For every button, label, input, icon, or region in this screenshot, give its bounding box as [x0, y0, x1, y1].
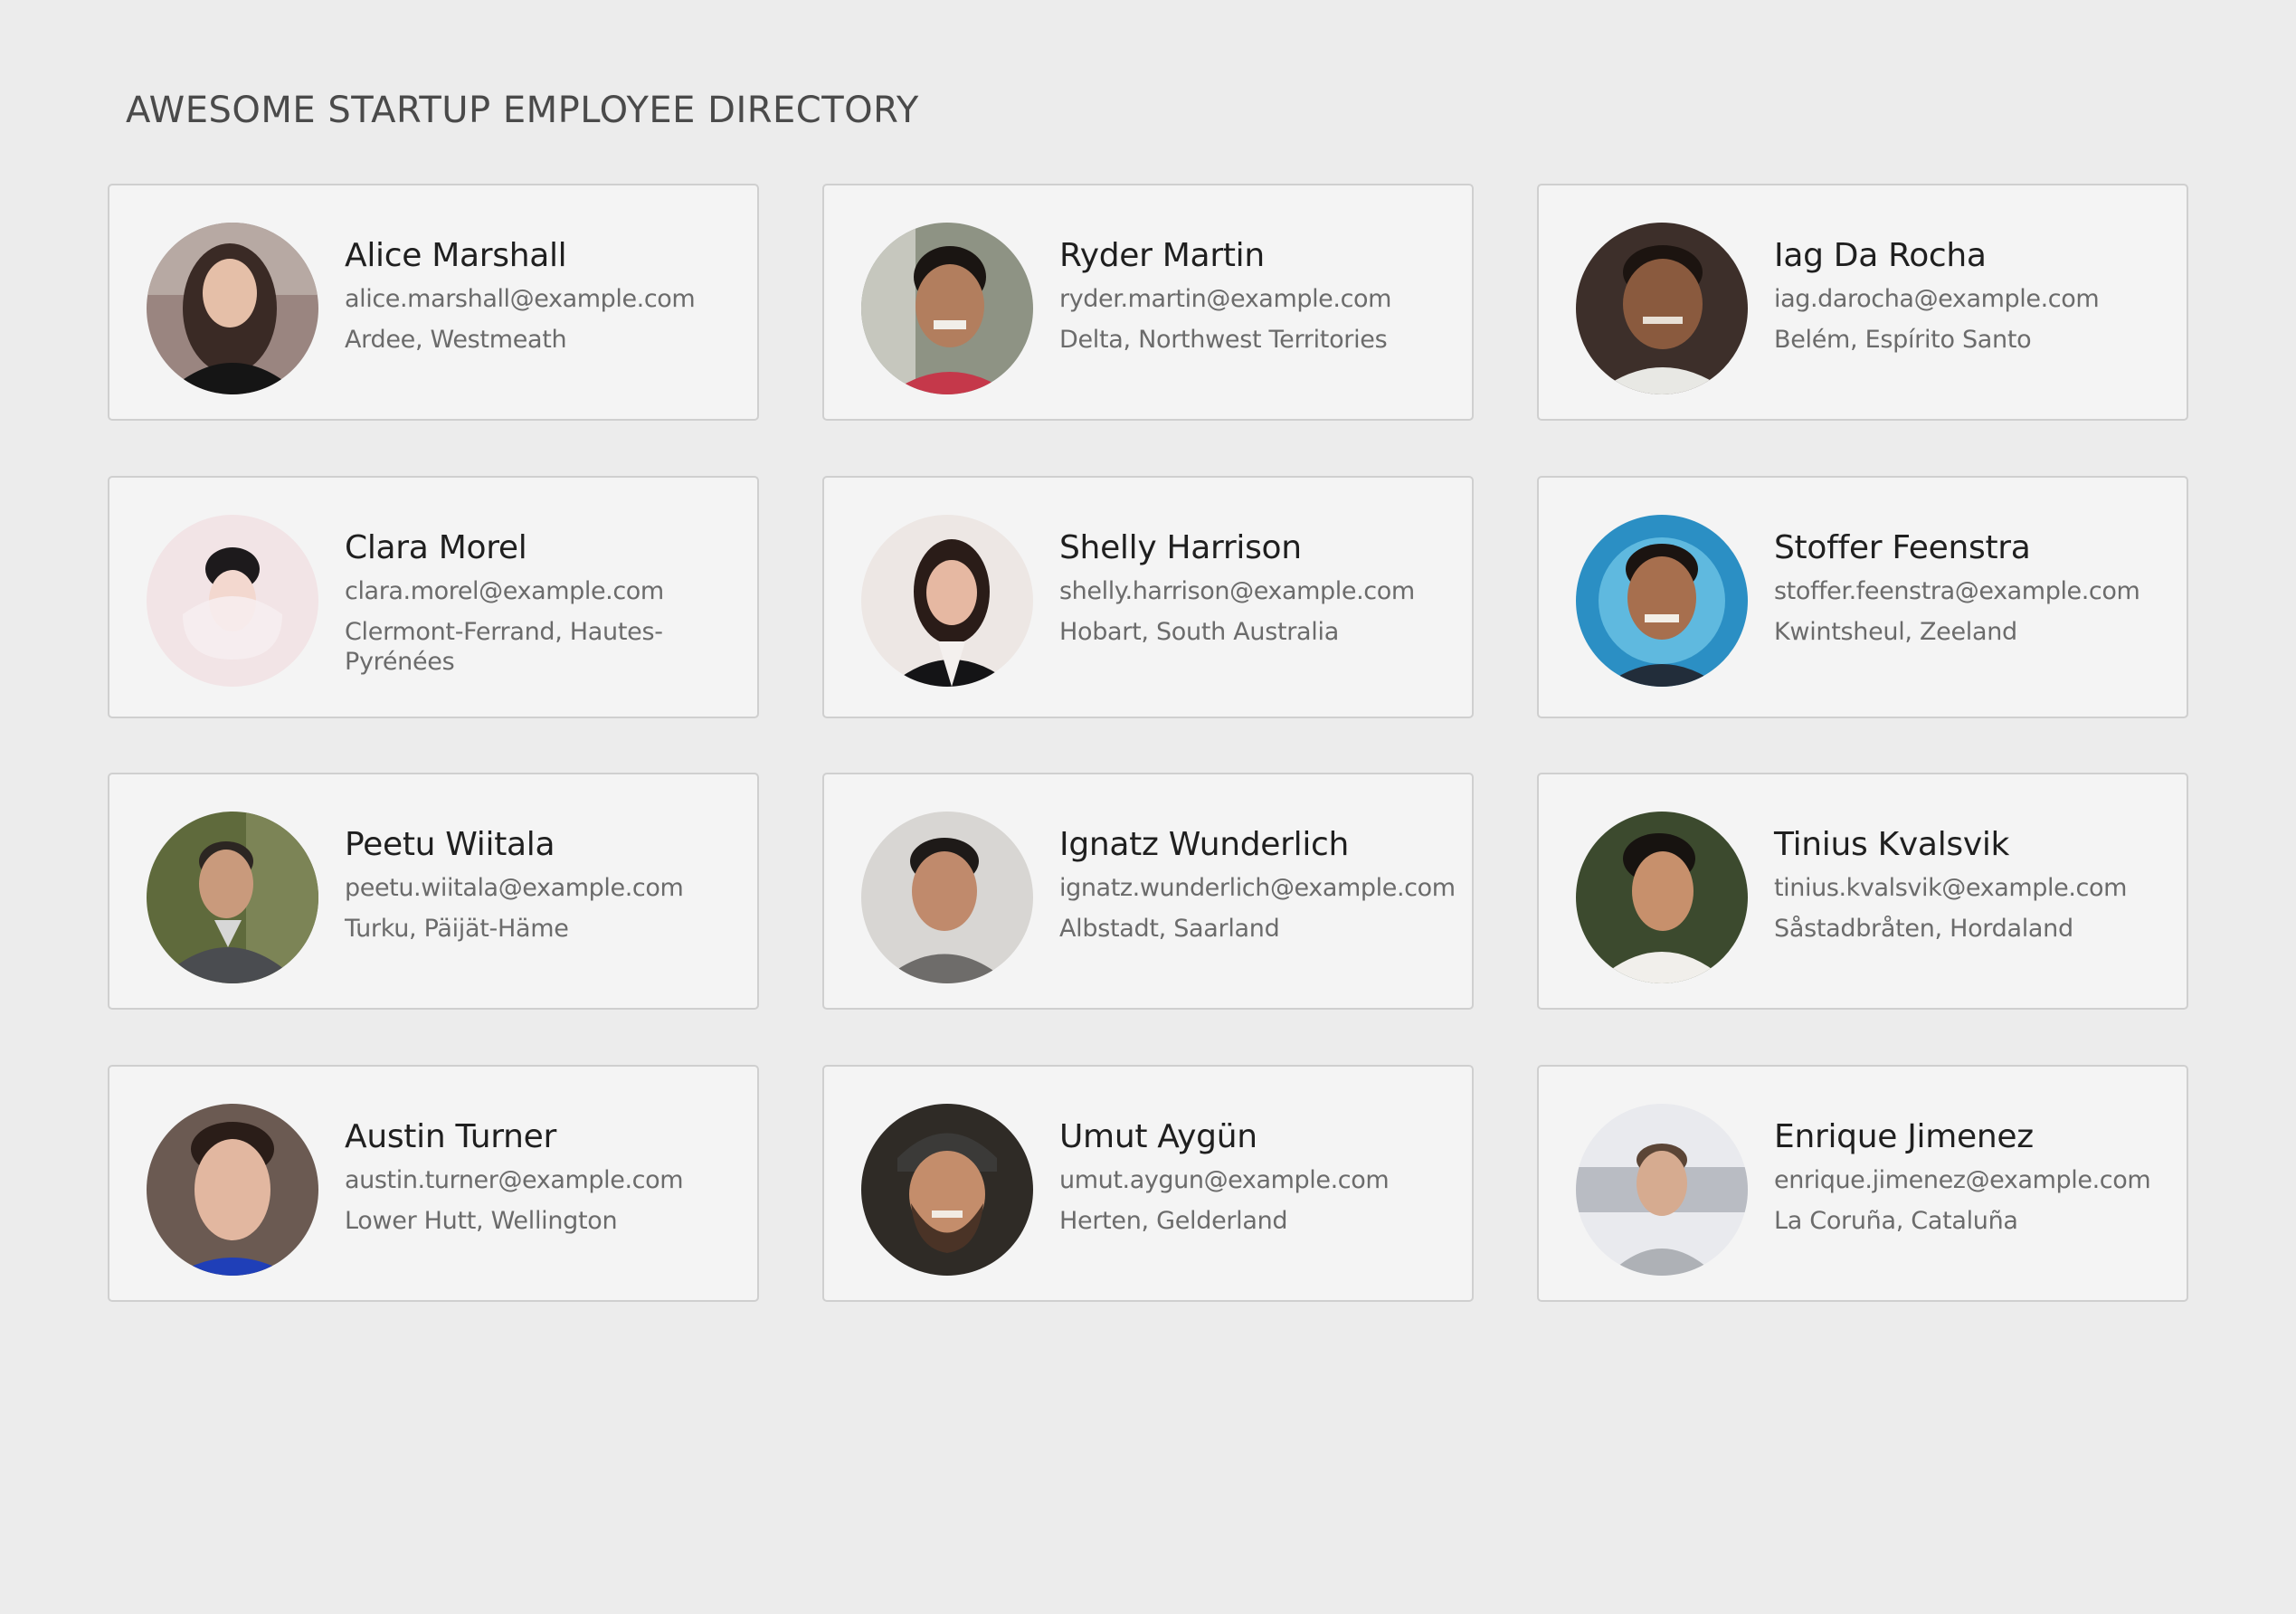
employee-location: Lower Hutt, Wellington [345, 1207, 618, 1235]
avatar [147, 812, 318, 983]
employee-location: Turku, Päijät-Häme [345, 915, 569, 943]
employee-email: stoffer.feenstra@example.com [1774, 577, 2140, 605]
employee-location: Clermont-Ferrand, Hautes-Pyrénées [345, 618, 663, 676]
employee-card[interactable]: Enrique Jimenez enrique.jimenez@example.… [1537, 1065, 2188, 1302]
employee-email: shelly.harrison@example.com [1059, 577, 1415, 605]
employee-email: alice.marshall@example.com [345, 285, 696, 313]
avatar [1576, 223, 1748, 394]
person-photo-icon [1576, 515, 1748, 687]
avatar [861, 515, 1033, 687]
employee-email: iag.darocha@example.com [1774, 285, 2100, 313]
person-photo-icon [861, 223, 1033, 394]
employee-location: Belém, Espírito Santo [1774, 326, 2032, 354]
employee-card[interactable]: Ignatz Wunderlich ignatz.wunderlich@exam… [822, 773, 1474, 1010]
employee-name: Ryder Martin [1059, 237, 1265, 274]
person-photo-icon [147, 812, 318, 983]
person-photo-icon [1576, 812, 1748, 983]
employee-grid: Alice Marshall alice.marshall@example.co… [0, 0, 2296, 1614]
employee-card[interactable]: Austin Turner austin.turner@example.com … [108, 1065, 759, 1302]
employee-email: ryder.martin@example.com [1059, 285, 1392, 313]
employee-location: Albstadt, Saarland [1059, 915, 1280, 943]
employee-card[interactable]: Tinius Kvalsvik tinius.kvalsvik@example.… [1537, 773, 2188, 1010]
employee-email: austin.turner@example.com [345, 1166, 684, 1194]
person-photo-icon [147, 223, 318, 394]
employee-name: Clara Morel [345, 529, 527, 566]
employee-card[interactable]: Ryder Martin ryder.martin@example.com De… [822, 184, 1474, 421]
avatar [861, 223, 1033, 394]
employee-name: Enrique Jimenez [1774, 1118, 2034, 1155]
avatar [147, 1104, 318, 1276]
employee-email: peetu.wiitala@example.com [345, 874, 684, 902]
avatar [1576, 515, 1748, 687]
employee-location: La Coruña, Cataluña [1774, 1207, 2018, 1235]
employee-name: Shelly Harrison [1059, 529, 1302, 566]
person-photo-icon [1576, 1104, 1748, 1276]
employee-location: Herten, Gelderland [1059, 1207, 1288, 1235]
avatar [1576, 812, 1748, 983]
employee-name: Stoffer Feenstra [1774, 529, 2031, 566]
employee-location: Ardee, Westmeath [345, 326, 567, 354]
employee-name: Ignatz Wunderlich [1059, 826, 1350, 863]
employee-location: Hobart, South Australia [1059, 618, 1339, 646]
employee-card[interactable]: Stoffer Feenstra stoffer.feenstra@exampl… [1537, 476, 2188, 718]
avatar [1576, 1104, 1748, 1276]
employee-name: Umut Aygün [1059, 1118, 1257, 1155]
employee-email: ignatz.wunderlich@example.com [1059, 874, 1456, 902]
employee-email: enrique.jimenez@example.com [1774, 1166, 2151, 1194]
person-photo-icon [861, 515, 1033, 687]
person-photo-icon [147, 515, 318, 687]
person-photo-icon [147, 1104, 318, 1276]
employee-name: Iag Da Rocha [1774, 237, 1987, 274]
employee-email: umut.aygun@example.com [1059, 1166, 1390, 1194]
employee-location: Delta, Northwest Territories [1059, 326, 1388, 354]
employee-name: Peetu Wiitala [345, 826, 555, 863]
person-photo-icon [861, 1104, 1033, 1276]
employee-name: Alice Marshall [345, 237, 567, 274]
employee-email: tinius.kvalsvik@example.com [1774, 874, 2127, 902]
employee-card[interactable]: Shelly Harrison shelly.harrison@example.… [822, 476, 1474, 718]
avatar [861, 1104, 1033, 1276]
avatar [861, 812, 1033, 983]
employee-name: Tinius Kvalsvik [1774, 826, 2010, 863]
employee-email: clara.morel@example.com [345, 577, 664, 605]
employee-card[interactable]: Alice Marshall alice.marshall@example.co… [108, 184, 759, 421]
avatar [147, 515, 318, 687]
employee-location: Kwintsheul, Zeeland [1774, 618, 2017, 646]
avatar [147, 223, 318, 394]
employee-card[interactable]: Peetu Wiitala peetu.wiitala@example.com … [108, 773, 759, 1010]
person-photo-icon [861, 812, 1033, 983]
employee-card[interactable]: Umut Aygün umut.aygun@example.com Herten… [822, 1065, 1474, 1302]
employee-card[interactable]: Iag Da Rocha iag.darocha@example.com Bel… [1537, 184, 2188, 421]
employee-card[interactable]: Clara Morel clara.morel@example.com Cler… [108, 476, 759, 718]
employee-location: Såstadbråten, Hordaland [1774, 915, 2073, 943]
employee-name: Austin Turner [345, 1118, 556, 1155]
person-photo-icon [1576, 223, 1748, 394]
